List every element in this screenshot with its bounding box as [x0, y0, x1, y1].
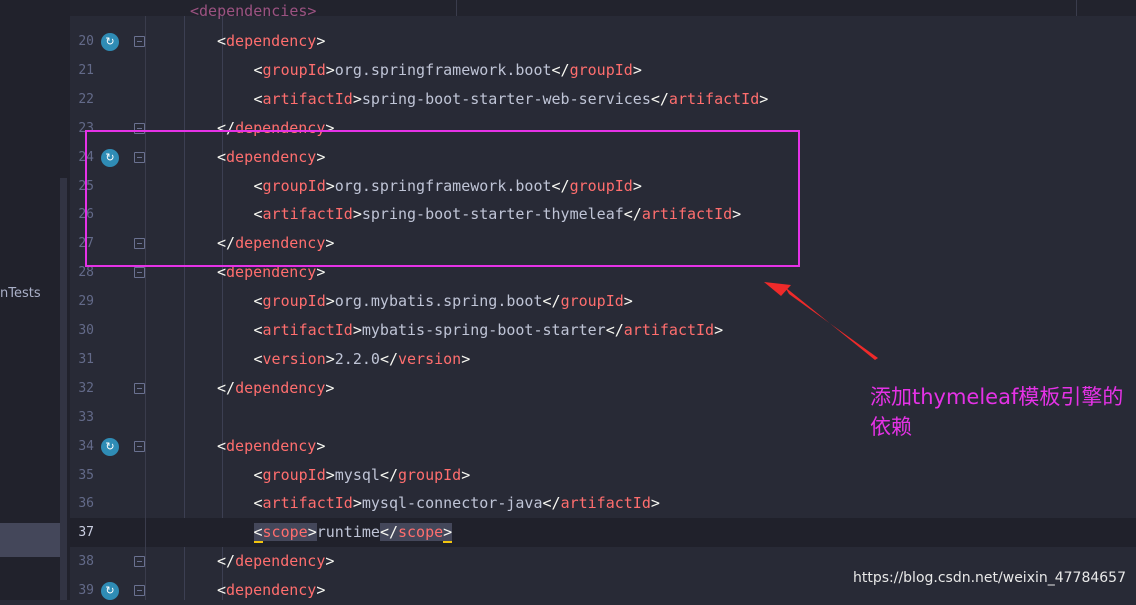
annotation-arrow-icon — [764, 282, 878, 360]
watermark-url: https://blog.csdn.net/weixin_47784657 — [852, 570, 1126, 586]
annotation-text: 添加thymeleaf模板引擎的依赖 — [870, 385, 1124, 439]
annotation-arrow-shaft — [785, 287, 878, 360]
